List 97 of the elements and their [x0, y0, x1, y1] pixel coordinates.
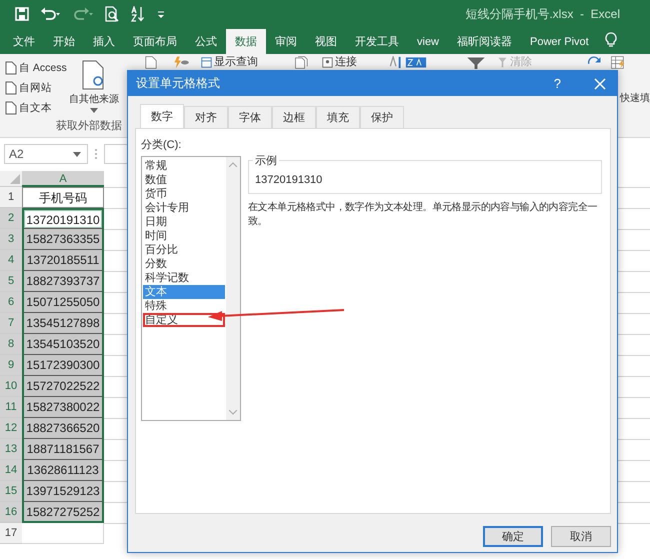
- table-cell: 13720185511: [22, 250, 104, 271]
- ribbon-button[interactable]: 自 Access: [5, 60, 67, 76]
- ribbon-button[interactable]: 自网站: [5, 80, 67, 96]
- table-cell: 13720191310: [22, 208, 104, 229]
- category-label: 分类(C):: [141, 138, 182, 152]
- dialog-tab[interactable]: 字体: [228, 106, 272, 128]
- sample-value: 13720191310: [255, 174, 322, 186]
- ribbon-tab[interactable]: 福昕阅读器: [448, 29, 522, 54]
- row-header[interactable]: 10: [0, 376, 22, 397]
- dialog-tab[interactable]: 边框: [272, 106, 316, 128]
- dialog-tab[interactable]: 对齐: [184, 106, 228, 128]
- ribbon-tab[interactable]: 开始: [44, 29, 84, 54]
- undo-icon[interactable]: [40, 6, 62, 22]
- row-header[interactable]: 11: [0, 397, 22, 418]
- ribbon-tab[interactable]: 开发工具: [346, 29, 408, 54]
- window-title: 短线分隔手机号.xlsx - Excel: [465, 6, 620, 22]
- category-item[interactable]: 百分比: [143, 243, 225, 257]
- ribbon-button[interactable]: 显示查询: [201, 56, 258, 69]
- row-header[interactable]: 16: [0, 502, 22, 523]
- lightbulb-icon[interactable]: [604, 32, 618, 48]
- help-button[interactable]: ?: [548, 75, 567, 92]
- table-cell: 13545127898: [22, 313, 104, 334]
- ribbon-tab[interactable]: 公式: [186, 29, 226, 54]
- row-header[interactable]: 7: [0, 313, 22, 334]
- dialog-button[interactable]: 取消: [551, 526, 611, 547]
- category-item[interactable]: 日期: [143, 215, 225, 229]
- ribbon-tab[interactable]: 审阅: [266, 29, 306, 54]
- table-cell: 18827393737: [22, 271, 104, 292]
- row-header[interactable]: 4: [0, 250, 22, 271]
- row-header[interactable]: 17: [0, 523, 22, 544]
- table-icon: [201, 57, 212, 68]
- row-header[interactable]: 13: [0, 439, 22, 460]
- document-icon: [5, 101, 17, 115]
- dialog-tab[interactable]: 填充: [316, 106, 360, 128]
- splitter-icon: [94, 148, 98, 160]
- table-cell: 18827366520: [22, 418, 104, 439]
- connection-icon: [322, 57, 333, 68]
- category-item[interactable]: 会计专用: [143, 201, 225, 215]
- table-cell: 18871181567: [22, 439, 104, 460]
- row-header[interactable]: 3: [0, 229, 22, 250]
- ribbon-tab[interactable]: 文件: [4, 29, 44, 54]
- caret-icon: [73, 152, 81, 156]
- row-header[interactable]: 9: [0, 355, 22, 376]
- dialog-title: 设置单元格格式: [136, 75, 220, 92]
- sample-label: 示例: [253, 153, 279, 168]
- clear-filter-icon: [497, 57, 508, 68]
- row-header[interactable]: 8: [0, 334, 22, 355]
- ribbon-tab[interactable]: 页面布局: [124, 29, 186, 54]
- table-cell: 手机号码: [22, 187, 104, 208]
- row-header[interactable]: 2: [0, 208, 22, 229]
- sort-icon[interactable]: [130, 6, 146, 22]
- ribbon-tab[interactable]: 数据: [226, 29, 266, 54]
- dialog-button[interactable]: 确定: [483, 526, 543, 547]
- column-header[interactable]: A: [22, 171, 104, 187]
- row-header[interactable]: 6: [0, 292, 22, 313]
- print-preview-icon[interactable]: [104, 6, 120, 22]
- table-cell: 15071255050: [22, 292, 104, 313]
- category-item[interactable]: 数值: [143, 173, 225, 187]
- caret-icon: [90, 108, 98, 113]
- category-item[interactable]: 科学记数: [143, 271, 225, 285]
- table-cell: 15727022522: [22, 376, 104, 397]
- row-header[interactable]: 14: [0, 460, 22, 481]
- table-cell: 15827380022: [22, 397, 104, 418]
- category-item[interactable]: 时间: [143, 229, 225, 243]
- category-item[interactable]: 货币: [143, 187, 225, 201]
- clear-command-label: 清除: [497, 56, 532, 69]
- group-label: 获取外部数据: [56, 118, 122, 133]
- row-header[interactable]: 15: [0, 481, 22, 502]
- name-box[interactable]: A2: [4, 144, 88, 164]
- ribbon-tab[interactable]: 视图: [306, 29, 346, 54]
- row-header[interactable]: 12: [0, 418, 22, 439]
- category-item[interactable]: 特殊: [143, 299, 225, 313]
- table-cell: 15827275252: [22, 502, 104, 523]
- dialog-tab[interactable]: 保护: [360, 106, 404, 128]
- sort-ascending-icon: [389, 56, 401, 69]
- ribbon-button[interactable]: 自文本: [5, 100, 67, 116]
- description-text: 在文本单元格格式中，数字作为文本处理。单元格显示的内容与输入的内容完全一致。: [248, 201, 598, 229]
- table-cell: 13628611123: [22, 460, 104, 481]
- table-cell: 15172390300: [22, 355, 104, 376]
- category-item[interactable]: 分数: [143, 257, 225, 271]
- ribbon-tab[interactable]: Power Pivot: [521, 29, 598, 54]
- close-icon[interactable]: [593, 76, 607, 90]
- category-item[interactable]: 常规: [143, 159, 225, 173]
- ribbon-button[interactable]: 自其他来源: [68, 60, 119, 113]
- table-cell: 13971529123: [22, 481, 104, 502]
- save-icon[interactable]: [14, 6, 30, 22]
- ribbon-button[interactable]: 快速填: [620, 91, 650, 105]
- document-icon: [5, 81, 17, 95]
- row-header[interactable]: 5: [0, 271, 22, 292]
- document-icon: [5, 61, 17, 75]
- table-cell: 15827363355: [22, 229, 104, 250]
- ribbon-tab[interactable]: view: [408, 29, 448, 54]
- ribbon-button[interactable]: 连接: [322, 56, 357, 69]
- dialog-tab[interactable]: 数字: [140, 104, 184, 128]
- table-cell: 13545103520: [22, 334, 104, 355]
- redo-icon: [72, 6, 94, 22]
- ribbon-tab[interactable]: 插入: [84, 29, 124, 54]
